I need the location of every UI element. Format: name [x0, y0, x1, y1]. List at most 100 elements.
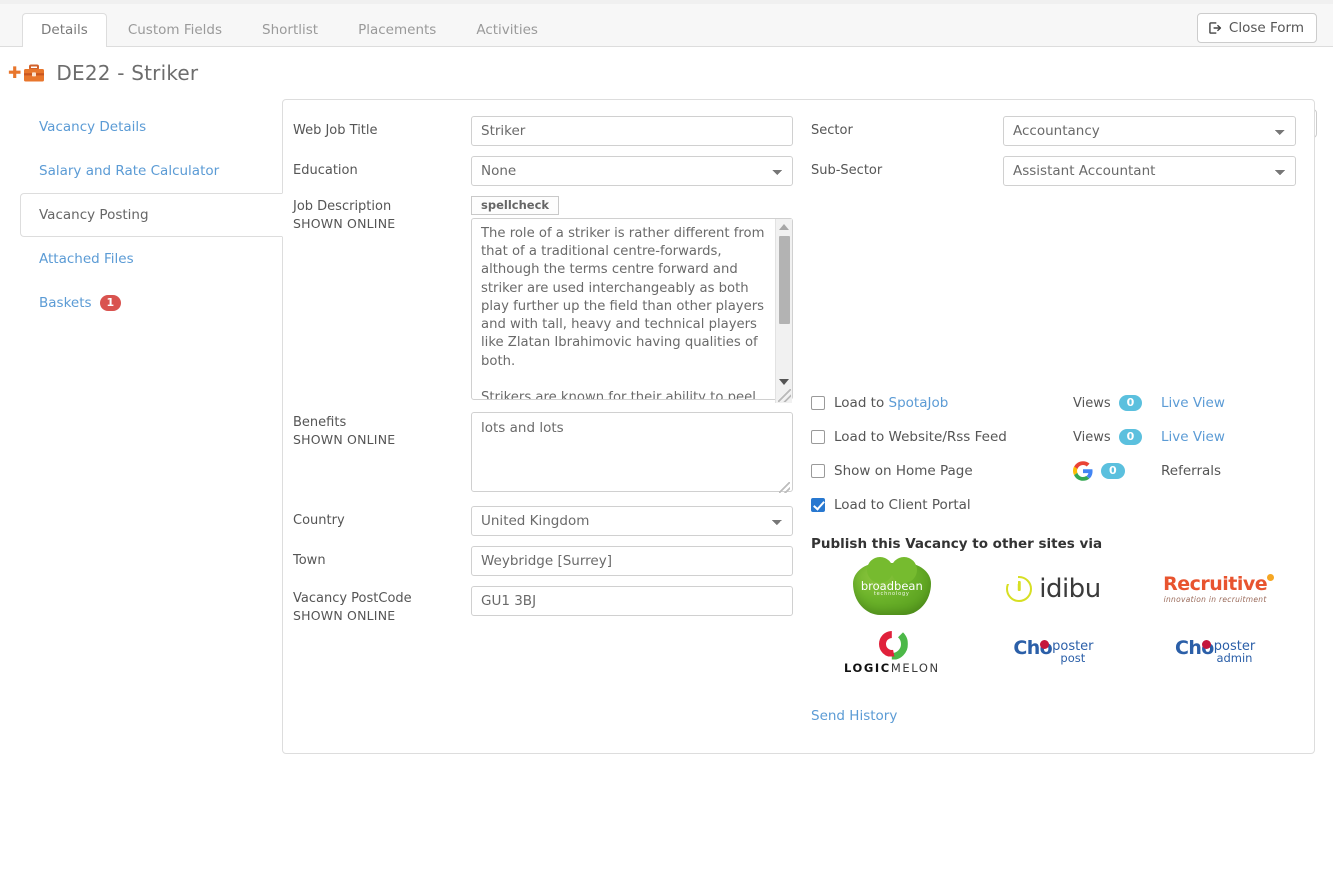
top-tab-bar: Details Custom Fields Shortlist Placemen… [0, 0, 1333, 47]
field-education: Education None [293, 156, 793, 186]
choposter-admin-logo[interactable]: Cho poster admin [1134, 620, 1296, 682]
live-view-row-website-rss: Live View [1161, 420, 1271, 454]
show-on-home-page-checkbox[interactable] [811, 464, 825, 478]
checkbox-row-website-rss[interactable]: Load to Website/Rss Feed [811, 420, 1073, 454]
scroll-down-icon[interactable] [779, 374, 789, 389]
field-job-description: Job Description SHOWN ONLINE spellcheck … [293, 196, 793, 404]
logicmelon-logo[interactable]: LOGICMELON [811, 620, 973, 682]
postcode-label-text: Vacancy PostCode [293, 591, 412, 606]
exit-icon [1208, 21, 1222, 35]
job-description-textarea-wrapper: The role of a striker is rather differen… [471, 218, 793, 404]
checkbox-row-spotajob[interactable]: Load to SpotaJob [811, 386, 1073, 420]
section-sidebar: Vacancy Details Salary and Rate Calculat… [20, 99, 283, 754]
sub-sector-label: Sub-Sector [811, 163, 883, 178]
job-description-label-text: Job Description [293, 199, 392, 214]
web-job-title-label: Web Job Title [293, 123, 378, 138]
education-select[interactable]: None [471, 156, 793, 186]
sector-select[interactable]: Accountancy [1003, 116, 1296, 146]
recruitive-logo[interactable]: Recruitive innovation in recruitment [1134, 558, 1296, 620]
tab-custom-fields[interactable]: Custom Fields [109, 13, 241, 47]
field-sub-sector: Sub-Sector Assistant Accountant [811, 156, 1296, 186]
live-view-link-website-rss[interactable]: Live View [1161, 429, 1225, 445]
views-count-badge: 0 [1118, 395, 1143, 411]
postcode-input[interactable] [471, 586, 793, 616]
recruitive-dot-icon [1267, 573, 1275, 581]
referrals-label: Referrals [1161, 463, 1222, 479]
publish-heading: Publish this Vacancy to other sites via [811, 536, 1103, 552]
town-input[interactable] [471, 546, 793, 576]
choposter-post-logo-subtext2: post [1060, 651, 1086, 666]
publishing-actions-column: Live View Live View Referrals [1161, 386, 1271, 522]
sidebar-item-vacancy-posting[interactable]: Vacancy Posting [20, 193, 283, 237]
tab-activities[interactable]: Activities [457, 13, 557, 47]
live-view-row-spotajob: Live View [1161, 386, 1271, 420]
load-to-spotajob-checkbox[interactable] [811, 396, 825, 410]
tab-details[interactable]: Details [22, 13, 107, 47]
sidebar-item-salary-rate-calculator[interactable]: Salary and Rate Calculator [20, 149, 282, 193]
views-count-badge: 0 [1118, 429, 1143, 445]
load-to-website-rss-label: Load to Website/Rss Feed [834, 429, 1007, 445]
benefits-textarea[interactable]: lots and lots [471, 412, 793, 492]
form-right-column: Sector Accountancy Sub-Sector Assistant … [793, 116, 1296, 724]
broadbean-logo-subtext: technology [873, 591, 910, 598]
move-handle-icon[interactable]: ✚ [8, 65, 21, 81]
page-title: DE22 - Striker [56, 61, 199, 85]
choposter-post-logo[interactable]: Cho poster post [973, 620, 1135, 682]
scroll-up-icon[interactable] [779, 219, 789, 234]
load-to-client-portal-checkbox[interactable] [811, 498, 825, 512]
record-title-row: ✚ DE22 - Striker Actions [0, 47, 1333, 138]
web-job-title-input[interactable] [471, 116, 793, 146]
publishing-checkbox-column: Load to SpotaJob Load to Website/Rss Fee… [811, 386, 1073, 522]
vacancy-posting-panel: Web Job Title Education None Job [282, 99, 1315, 754]
send-history-row: Send History [811, 708, 1296, 724]
views-row-spotajob: Views 0 [1073, 386, 1161, 420]
country-label: Country [293, 513, 345, 528]
town-label: Town [293, 553, 326, 568]
education-label: Education [293, 163, 358, 178]
choposter-admin-logo-subtext2: admin [1216, 651, 1253, 666]
send-history-link[interactable]: Send History [811, 708, 897, 724]
sidebar-item-label: Vacancy Posting [39, 207, 149, 223]
logicmelon-mark-icon [876, 628, 908, 660]
country-select[interactable]: United Kingdom [471, 506, 793, 536]
checkbox-row-home-page[interactable]: Show on Home Page [811, 454, 1073, 488]
publishing-options: Load to SpotaJob Load to Website/Rss Fee… [811, 386, 1296, 522]
live-view-link-spotajob[interactable]: Live View [1161, 395, 1225, 411]
field-sector: Sector Accountancy [811, 116, 1296, 146]
job-description-scrollbar[interactable] [775, 219, 792, 403]
sidebar-item-vacancy-details[interactable]: Vacancy Details [20, 105, 282, 149]
spotajob-link[interactable]: SpotaJob [889, 395, 949, 411]
publishing-stats-column: Views 0 Views 0 0 [1073, 386, 1161, 522]
load-to-spotajob-label: Load to [834, 395, 889, 411]
publishing-logo-grid: broadbean technology idibu Recruitive in… [811, 557, 1296, 682]
job-description-textarea[interactable]: The role of a striker is rather differen… [471, 218, 793, 400]
broadbean-logo[interactable]: broadbean technology [811, 557, 973, 620]
job-description-label: Job Description SHOWN ONLINE [293, 196, 471, 232]
baskets-count-badge: 1 [99, 295, 122, 311]
close-form-button[interactable]: Close Form [1196, 13, 1317, 43]
google-referrals-count-badge: 0 [1101, 463, 1125, 479]
sidebar-item-label: Salary and Rate Calculator [39, 163, 220, 179]
sidebar-item-attached-files[interactable]: Attached Files [20, 237, 282, 281]
briefcase-icon [23, 64, 45, 83]
sidebar-item-baskets[interactable]: Baskets 1 [20, 281, 282, 325]
checkbox-row-client-portal[interactable]: Load to Client Portal [811, 488, 1073, 522]
scrollbar-thumb[interactable] [778, 236, 790, 324]
choposter-dot-icon [1201, 640, 1211, 650]
benefits-sublabel: SHOWN ONLINE [293, 431, 396, 447]
logicmelon-logo-text: LOGIC [843, 660, 891, 675]
tab-shortlist[interactable]: Shortlist [243, 13, 337, 47]
field-benefits: Benefits SHOWN ONLINE lots and lots [293, 412, 793, 496]
load-to-client-portal-label: Load to Client Portal [834, 497, 971, 513]
spellcheck-button[interactable]: spellcheck [471, 196, 560, 215]
page-body: Vacancy Details Salary and Rate Calculat… [0, 99, 1333, 754]
job-description-sublabel: SHOWN ONLINE [293, 215, 396, 231]
tab-placements[interactable]: Placements [339, 13, 455, 47]
idibu-logo[interactable]: idibu [973, 558, 1135, 620]
load-to-website-rss-checkbox[interactable] [811, 430, 825, 444]
sub-sector-select[interactable]: Assistant Accountant [1003, 156, 1296, 186]
idibu-logo-text: idibu [1039, 574, 1101, 604]
postcode-sublabel: SHOWN ONLINE [293, 607, 396, 623]
views-row-website-rss: Views 0 [1073, 420, 1161, 454]
close-form-label: Close Form [1228, 20, 1304, 36]
